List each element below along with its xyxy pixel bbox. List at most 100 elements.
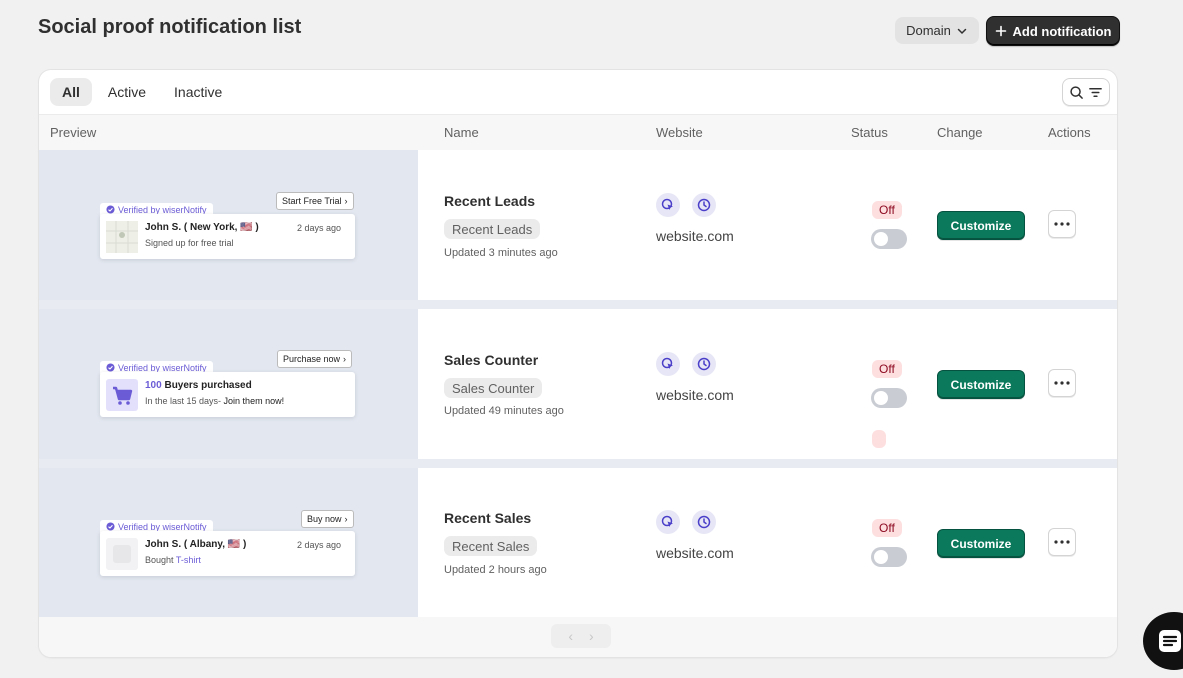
add-notification-button[interactable]: Add notification — [986, 16, 1120, 46]
website-icons — [656, 510, 716, 534]
type-badge: Sales Counter — [444, 378, 543, 398]
cta-button: Start Free Trial › — [276, 192, 354, 210]
updated-time: Updated 2 hours ago — [444, 564, 547, 576]
notification-time: 2 days ago — [296, 223, 341, 233]
product-thumbnail-icon — [106, 538, 138, 570]
status-toggle[interactable] — [871, 547, 907, 567]
more-horizontal-icon — [1054, 222, 1070, 226]
buyer-count: 100 — [145, 380, 162, 391]
table-row: Verified by wiserNotify Start Free Trial… — [39, 150, 1117, 300]
status-toggle[interactable] — [871, 388, 907, 408]
customize-button[interactable]: Customize — [937, 370, 1025, 399]
updated-time: Updated 49 minutes ago — [444, 405, 564, 417]
notification-list-card: All Active Inactive Preview Name Website… — [39, 70, 1117, 657]
chevron-down-icon — [957, 28, 967, 34]
notification-name[interactable]: Recent Sales — [444, 510, 531, 526]
notification-name[interactable]: Sales Counter — [444, 352, 538, 368]
row-divider — [39, 300, 1117, 309]
column-header-change: Change — [937, 125, 983, 140]
notification-preview: Verified by wiserNotify Buy now › John S.… — [39, 468, 418, 618]
table-header: Preview Name Website Status Change Actio… — [39, 114, 1117, 152]
verified-text: Verified by wiserNotify — [118, 204, 207, 215]
subtitle-cta: Join them now! — [223, 396, 285, 406]
website-name: website.com — [656, 228, 734, 244]
notification-subtitle: In the last 15 days- Join them now! — [145, 396, 284, 406]
website-icons — [656, 193, 716, 217]
chevron-right-icon: › — [344, 196, 348, 206]
table-footer: ‹ › — [39, 617, 1117, 657]
plus-icon — [995, 25, 1006, 37]
shopping-cart-icon — [106, 379, 138, 411]
search-icon — [1070, 85, 1083, 99]
more-actions-button[interactable] — [1048, 369, 1076, 397]
column-header-name: Name — [444, 125, 479, 140]
tab-active[interactable]: Active — [96, 78, 158, 106]
status-toggle[interactable] — [871, 229, 907, 249]
notification-title: John S. ( New York, 🇺🇸 ) — [145, 222, 259, 233]
search-filter-button[interactable] — [1062, 78, 1110, 106]
notification-time: 2 days ago — [296, 540, 341, 550]
product-link: T-shirt — [175, 555, 201, 565]
tab-inactive[interactable]: Inactive — [162, 78, 234, 106]
customize-button[interactable]: Customize — [937, 529, 1025, 558]
cta-label: Purchase now — [283, 354, 341, 364]
verified-check-icon — [106, 205, 115, 214]
status-badge: Off — [872, 360, 902, 378]
cta-button: Buy now › — [301, 510, 354, 528]
column-header-preview: Preview — [50, 125, 97, 140]
cursor-click-icon — [656, 352, 680, 376]
next-page-button[interactable]: › — [589, 628, 594, 644]
chevron-right-icon: › — [343, 354, 347, 364]
website-name: website.com — [656, 387, 734, 403]
website-name: website.com — [656, 545, 734, 561]
verified-check-icon — [106, 363, 115, 372]
tab-all[interactable]: All — [50, 78, 92, 106]
domain-dropdown[interactable]: Domain — [895, 17, 979, 44]
tab-bar: All Active Inactive — [50, 78, 234, 106]
toggle-knob — [874, 550, 888, 564]
toggle-knob — [874, 232, 888, 246]
prev-page-button[interactable]: ‹ — [568, 628, 573, 644]
more-actions-button[interactable] — [1048, 528, 1076, 556]
add-notification-label: Add notification — [1012, 23, 1112, 39]
notification-title: 100 Buyers purchased — [145, 380, 252, 391]
type-badge: Recent Sales — [444, 536, 538, 556]
map-thumbnail-icon — [106, 221, 138, 253]
cta-label: Buy now — [307, 514, 342, 524]
status-badge: Off — [872, 519, 902, 537]
notification-preview: Verified by wiserNotify Start Free Trial… — [39, 150, 418, 300]
notification-popup: John S. ( Albany, 🇺🇸 ) Bought T-shirt 2 … — [100, 531, 355, 576]
clock-icon — [692, 193, 716, 217]
buyers-text: Buyers purchased — [161, 380, 252, 391]
page-title: Social proof notification list — [38, 16, 302, 38]
verified-text: Verified by wiserNotify — [118, 362, 207, 373]
more-horizontal-icon — [1054, 540, 1070, 544]
cursor-click-icon — [656, 510, 680, 534]
subtitle-bought: Bought — [145, 555, 176, 565]
clock-icon — [692, 510, 716, 534]
notification-title: John S. ( Albany, 🇺🇸 ) — [145, 539, 247, 550]
filter-icon — [1089, 87, 1102, 97]
more-actions-button[interactable] — [1048, 210, 1076, 238]
row-divider — [39, 459, 1117, 468]
notification-popup: John S. ( New York, 🇺🇸 ) Signed up for f… — [100, 214, 355, 259]
table-row: Verified by wiserNotify Purchase now › 10… — [39, 309, 1117, 459]
customize-button[interactable]: Customize — [937, 211, 1025, 240]
chat-widget-button[interactable] — [1143, 612, 1183, 670]
notification-subtitle: Bought T-shirt — [145, 555, 201, 565]
verified-text: Verified by wiserNotify — [118, 521, 207, 532]
cta-label: Start Free Trial — [282, 196, 342, 206]
cursor-click-icon — [656, 193, 680, 217]
cta-button: Purchase now › — [277, 350, 353, 368]
more-horizontal-icon — [1054, 381, 1070, 385]
table-row: Verified by wiserNotify Buy now › John S.… — [39, 468, 1117, 618]
column-header-status: Status — [851, 125, 888, 140]
column-header-website: Website — [656, 125, 703, 140]
subtitle-period: In the last 15 days- — [145, 396, 224, 406]
column-header-actions: Actions — [1048, 125, 1091, 140]
notification-subtitle: Signed up for free trial — [145, 238, 234, 248]
domain-label: Domain — [906, 23, 951, 38]
type-badge: Recent Leads — [444, 219, 541, 239]
notification-popup: 100 Buyers purchased In the last 15 days… — [100, 372, 355, 417]
notification-name[interactable]: Recent Leads — [444, 193, 535, 209]
